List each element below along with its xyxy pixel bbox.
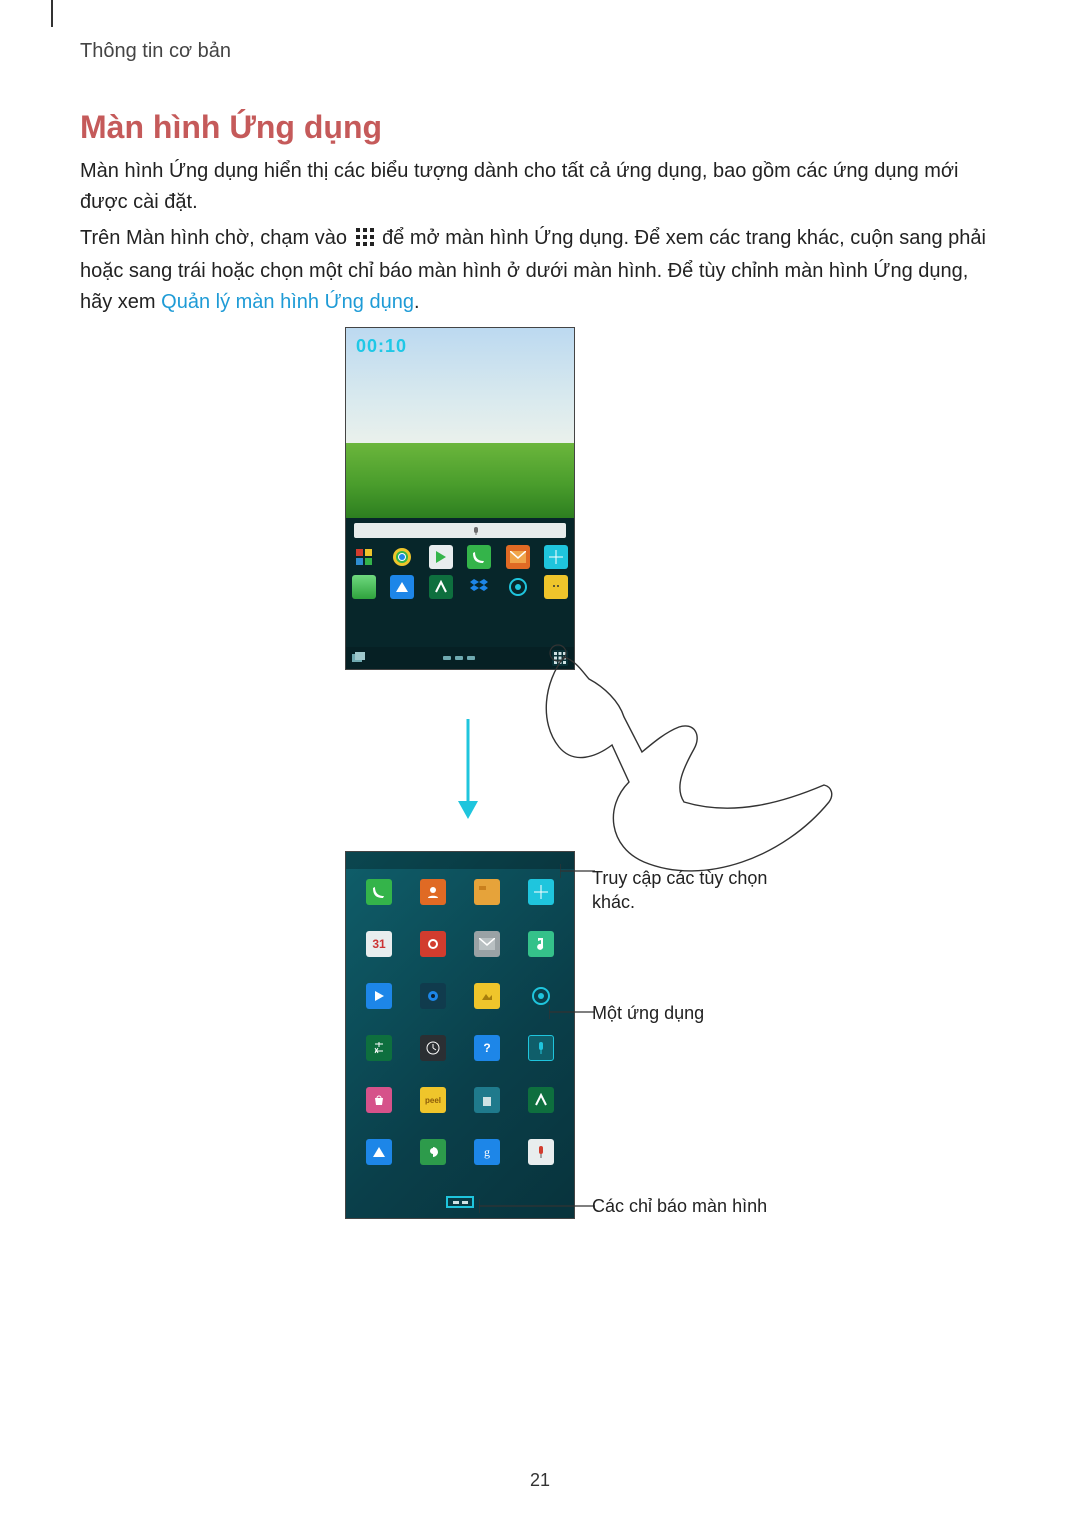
leader-indicator — [479, 1198, 595, 1214]
home-clock-widget: 00:10 — [356, 336, 407, 357]
wallpaper-sky: 00:10 — [346, 328, 574, 443]
voice-search-icon — [471, 526, 481, 536]
arrow-down-icon — [453, 719, 483, 819]
manage-apps-screen-link[interactable]: Quản lý màn hình Ứng dụng — [161, 291, 414, 313]
calculator-icon — [366, 1035, 392, 1061]
intro-paragraph: Màn hình Ứng dụng hiển thị các biểu tượn… — [80, 156, 1000, 218]
s-planner-icon: 31 — [366, 931, 392, 957]
voice-search-icon — [528, 1139, 554, 1165]
weather-icon — [352, 575, 376, 599]
hangouts-icon — [420, 1139, 446, 1165]
settings-icon — [506, 575, 530, 599]
dropbox-icon — [467, 575, 491, 599]
page-indicator-dot — [462, 1201, 468, 1204]
page-dot — [443, 656, 451, 660]
play-store-icon — [429, 545, 453, 569]
callout-options-text: Truy cập các tùy chọn khác. — [592, 866, 812, 915]
music-icon — [528, 931, 554, 957]
email-icon — [420, 931, 446, 957]
wallpaper-grass — [346, 443, 574, 518]
phone-icon — [366, 879, 392, 905]
chrome-icon — [390, 545, 414, 569]
apps-screen-figure: 31 ? peel g — [345, 851, 575, 1219]
messages-icon — [506, 545, 530, 569]
remote-pc-icon — [390, 575, 414, 599]
tap-hand-illustration — [534, 627, 834, 887]
para2-part-c: . — [414, 291, 420, 313]
kids-mode-icon — [544, 575, 568, 599]
leader-app — [549, 1004, 595, 1020]
instruction-paragraph: Trên Màn hình chờ, chạm vào để mở màn hì… — [80, 223, 1000, 318]
callout-indicator-text: Các chỉ báo màn hình — [592, 1194, 812, 1218]
paper-garden-icon — [474, 1087, 500, 1113]
home-wallpaper: 00:10 — [346, 328, 574, 518]
callout-app-text: Một ứng dụng — [592, 1001, 812, 1025]
home-row-2 — [352, 575, 568, 599]
s-note-icon — [429, 575, 453, 599]
margin-rule — [51, 0, 53, 27]
internet-icon — [528, 879, 554, 905]
para2-part-a: Trên Màn hình chờ, chạm vào — [80, 227, 353, 249]
apps-icon-grid: 31 ? peel g — [346, 869, 574, 1185]
gallery-icon — [474, 983, 500, 1009]
video-icon — [366, 983, 392, 1009]
contacts-icon — [420, 879, 446, 905]
google-icon: g — [474, 1139, 500, 1165]
page-dot — [455, 656, 463, 660]
smart-remote-icon: peel — [420, 1087, 446, 1113]
recent-apps-icon — [352, 652, 366, 664]
breadcrumb: Thông tin cơ bản — [80, 40, 231, 63]
home-row-1 — [352, 545, 568, 569]
sidesync-icon — [528, 1087, 554, 1113]
apps-drawer-button — [552, 650, 568, 666]
page-number: 21 — [0, 1470, 1080, 1491]
camera-icon — [420, 983, 446, 1009]
phone-icon — [467, 545, 491, 569]
clock-icon — [420, 1035, 446, 1061]
widgets-icon — [352, 545, 376, 569]
page-indicator-dot — [453, 1201, 459, 1204]
home-page-dots — [443, 656, 475, 660]
internet-icon — [544, 545, 568, 569]
s-voice-icon — [528, 1035, 554, 1061]
my-files-icon — [474, 879, 500, 905]
samsung-apps-icon — [366, 1087, 392, 1113]
home-screen-figure: 00:10 — [345, 327, 575, 670]
apps-screen-topbar — [346, 852, 574, 869]
remote-pc-icon — [366, 1139, 392, 1165]
help-icon: ? — [474, 1035, 500, 1061]
page-dot — [467, 656, 475, 660]
google-search-bar — [354, 523, 566, 538]
page-indicator — [446, 1196, 474, 1208]
home-icon-grid — [346, 541, 574, 599]
messages-icon — [474, 931, 500, 957]
page-title: Màn hình Ứng dụng — [80, 109, 382, 146]
apps-grid-icon — [356, 225, 374, 256]
leader-options — [560, 860, 595, 882]
home-bottom-bar — [346, 647, 574, 669]
